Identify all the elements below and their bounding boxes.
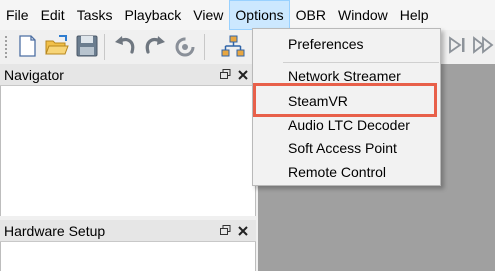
hardware-setup-header: Hardware Setup (0, 220, 256, 242)
undo-icon[interactable] (112, 33, 138, 59)
menu-obr[interactable]: OBR (290, 0, 332, 30)
toolbar-grip[interactable] (3, 34, 9, 60)
navigator-body[interactable] (0, 86, 256, 216)
toolbar-separator (104, 34, 105, 60)
menu-item-preferences[interactable]: Preferences (253, 33, 440, 56)
redo-icon[interactable] (142, 33, 168, 59)
hardware-setup-title: Hardware Setup (4, 222, 106, 239)
menu-item-audio-ltc-decoder[interactable]: Audio LTC Decoder (253, 114, 440, 137)
menu-separator (283, 62, 439, 63)
menu-options[interactable]: Options (229, 0, 290, 30)
menu-help[interactable]: Help (394, 0, 435, 30)
fast-forward-icon[interactable] (472, 34, 495, 56)
menu-playback[interactable]: Playback (118, 0, 187, 30)
menu-edit[interactable]: Edit (35, 0, 71, 30)
navigator-header: Navigator (0, 64, 256, 86)
close-panel-icon[interactable] (234, 222, 252, 240)
menu-item-remote-control[interactable]: Remote Control (253, 161, 440, 184)
menu-file[interactable]: File (0, 0, 35, 30)
open-folder-icon[interactable] (44, 33, 70, 59)
menu-item-soft-access-point[interactable]: Soft Access Point (253, 137, 440, 160)
menu-view[interactable]: View (187, 0, 229, 30)
float-panel-icon[interactable] (216, 222, 234, 240)
step-forward-icon[interactable] (447, 34, 467, 56)
steamvr-highlight-box (253, 83, 437, 117)
toolbar-separator-2 (204, 34, 205, 60)
save-icon[interactable] (74, 33, 100, 59)
reset-icon[interactable] (172, 33, 198, 59)
menu-window[interactable]: Window (332, 0, 394, 30)
network-icon[interactable] (220, 33, 246, 59)
menu-bar: File Edit Tasks Playback View Options OB… (0, 0, 495, 30)
float-panel-icon[interactable] (216, 66, 234, 84)
navigator-title: Navigator (4, 66, 64, 83)
close-panel-icon[interactable] (234, 66, 252, 84)
hardware-setup-body[interactable] (0, 242, 256, 271)
menu-tasks[interactable]: Tasks (71, 0, 119, 30)
new-file-icon[interactable] (14, 33, 40, 59)
